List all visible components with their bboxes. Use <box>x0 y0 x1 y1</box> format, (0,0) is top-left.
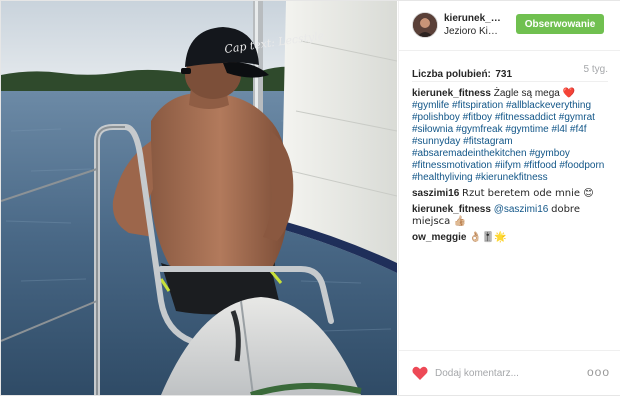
comment-text: Rzut beretem ode mnie 😊 <box>462 188 594 199</box>
hashtag-link[interactable]: #gymlife <box>412 100 449 111</box>
likes-count[interactable]: 731 <box>495 69 512 80</box>
post-time[interactable]: 5 tyg. <box>584 64 608 75</box>
more-options-icon[interactable]: ooo <box>587 365 609 379</box>
hashtag-link[interactable]: #gymtime <box>505 124 548 135</box>
hashtag-link[interactable]: #healthyliving <box>412 172 473 183</box>
hashtag-link[interactable]: #fitfood <box>524 160 557 171</box>
photo-illustration: Cap text: Lecstyle <box>1 1 397 395</box>
hashtag-link[interactable]: #gymfreak <box>456 124 503 135</box>
comment-mention[interactable]: @saszimi16 <box>494 204 549 215</box>
comments-list: kierunek_fitness Żagle są mega ❤️ #gymli… <box>412 88 608 248</box>
list-item: kierunek_fitness @saszimi16 dobre miejsc… <box>412 204 608 228</box>
caption: kierunek_fitness Żagle są mega ❤️ #gymli… <box>412 88 608 184</box>
follow-button[interactable]: Obserwowanie <box>516 14 604 34</box>
hashtag-link[interactable]: #siłownia <box>412 124 453 135</box>
caption-hashtags: #gymlife #fitspiration #allblackeverythi… <box>412 100 604 183</box>
caption-text: Żagle są mega <box>493 88 560 99</box>
divider <box>412 81 608 82</box>
hashtag-link[interactable]: #polishboy <box>412 112 460 123</box>
comment-text: 👌🏼🎚️🌟 <box>469 232 507 243</box>
hashtag-link[interactable]: #fitnessaddict <box>495 112 556 123</box>
avatar[interactable] <box>412 12 438 38</box>
hashtag-link[interactable]: #foodporn <box>559 160 604 171</box>
post-side-panel: kierunek_fitness Jezioro Kisajno Obserwo… <box>398 1 620 395</box>
comment-username[interactable]: saszimi16 <box>412 188 459 199</box>
hashtag-link[interactable]: #kierunekfitness <box>475 172 547 183</box>
heart-icon-shape <box>412 366 428 380</box>
post-location[interactable]: Jezioro Kisajno <box>444 26 502 37</box>
hashtag-link[interactable]: #iifym <box>495 160 521 171</box>
hashtag-link[interactable]: #absaremadeinthekitchen <box>412 148 527 159</box>
hashtag-link[interactable]: #fitboy <box>463 112 492 123</box>
comment-input[interactable] <box>435 364 575 382</box>
hashtag-link[interactable]: #gymboy <box>529 148 570 159</box>
heart-emoji: ❤️ <box>562 88 576 99</box>
post-author-username[interactable]: kierunek_fitness <box>444 13 504 24</box>
heart-icon[interactable] <box>412 366 428 381</box>
comment-username[interactable]: ow_meggie <box>412 232 466 243</box>
post-header: kierunek_fitness Jezioro Kisajno Obserwo… <box>399 1 620 51</box>
hashtag-link[interactable]: #fitstagram <box>463 136 512 147</box>
comment-username[interactable]: kierunek_fitness <box>412 204 491 215</box>
caption-username[interactable]: kierunek_fitness <box>412 88 491 99</box>
hashtag-link[interactable]: #fitspiration <box>452 100 503 111</box>
post-modal: Cap text: Lecstyle kierunek_fit Jezioro … <box>0 0 620 396</box>
post-footer: ooo <box>399 350 620 396</box>
hashtag-link[interactable]: #fitnessmotivation <box>412 160 492 171</box>
hashtag-link[interactable]: #gymrat <box>559 112 595 123</box>
hashtag-link[interactable]: #l4l <box>552 124 568 135</box>
post-photo[interactable]: Cap text: Lecstyle <box>1 1 397 395</box>
avatar-image <box>413 13 437 37</box>
hashtag-link[interactable]: #sunnyday <box>412 136 460 147</box>
likes-label: Liczba polubień: <box>412 69 491 80</box>
likes-row: Liczba polubień: 731 5 tyg. <box>412 64 608 80</box>
hashtag-link[interactable]: #f4f <box>570 124 587 135</box>
hashtag-link[interactable]: #allblackeverything <box>506 100 591 111</box>
list-item: saszimi16 Rzut beretem ode mnie 😊 <box>412 188 608 200</box>
list-item: ow_meggie 👌🏼🎚️🌟 <box>412 232 608 244</box>
